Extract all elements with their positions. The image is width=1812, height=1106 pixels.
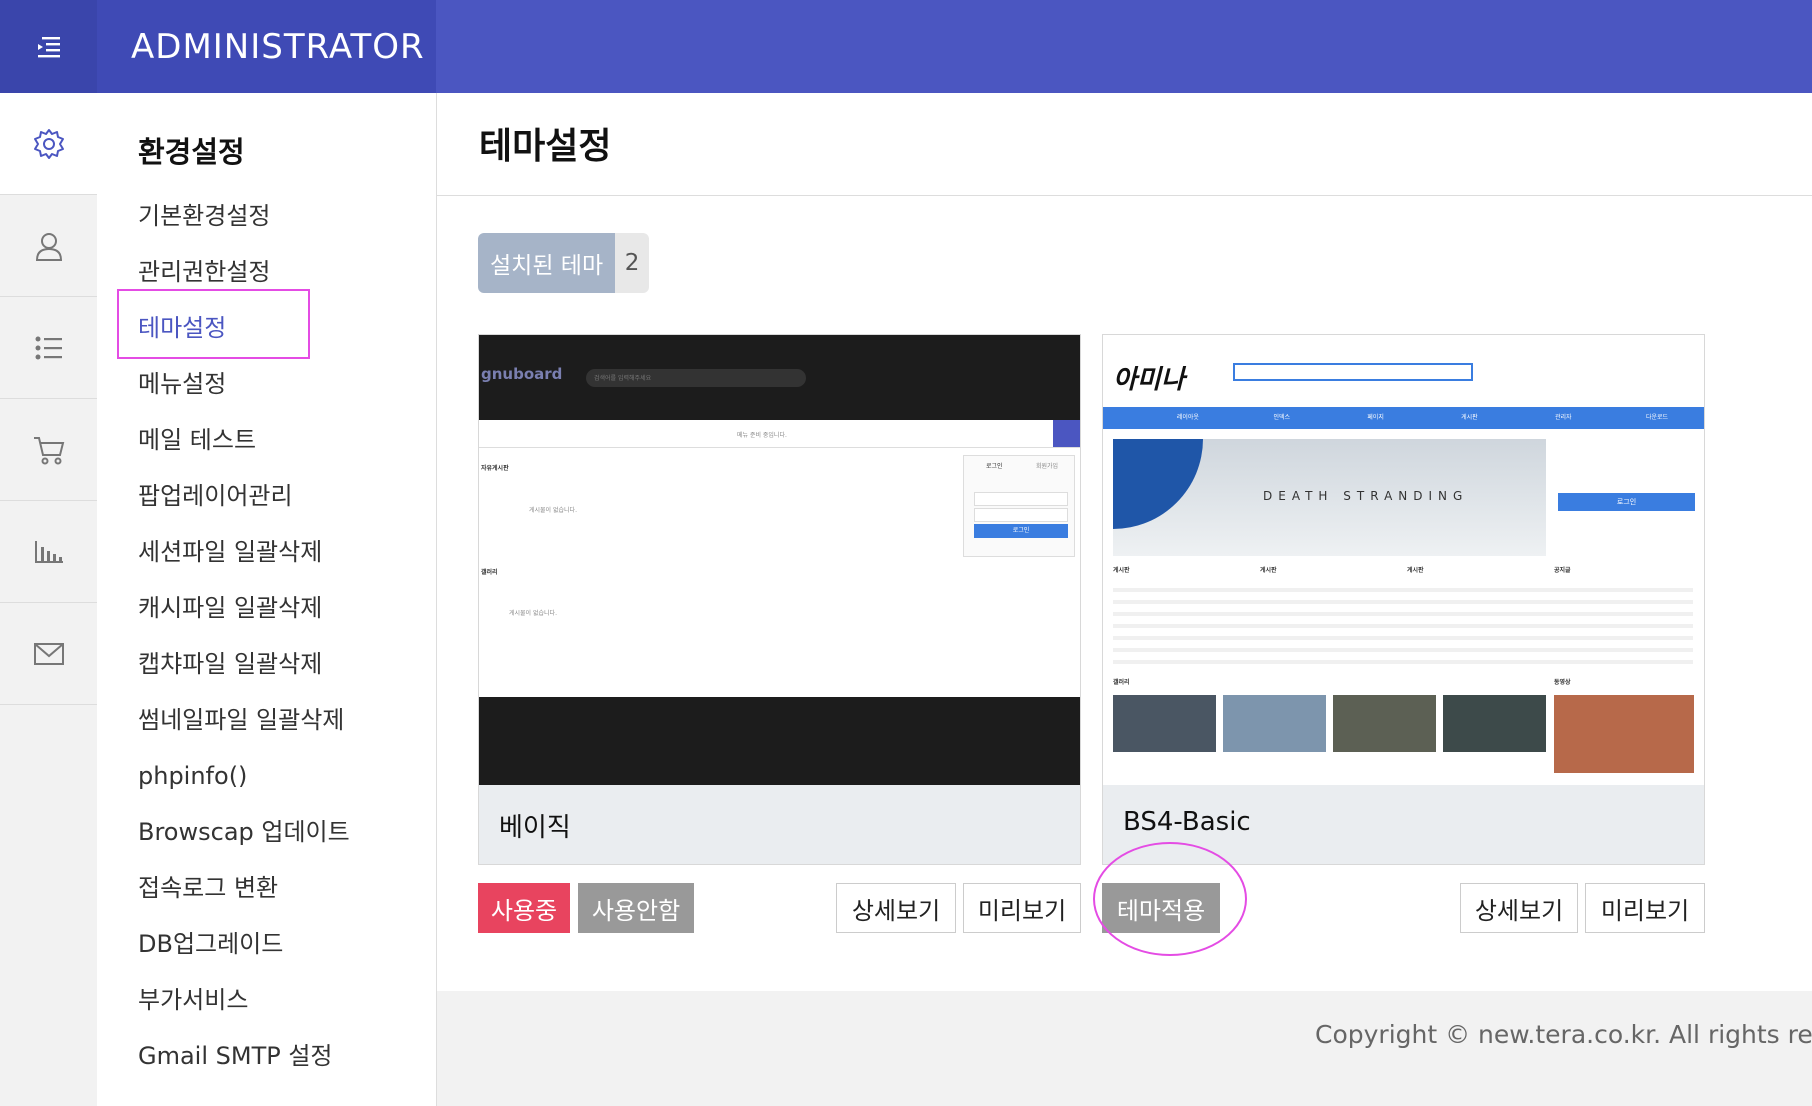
submenu-item-popup[interactable]: 팝업레이어관리 xyxy=(138,468,350,524)
installed-count: 2 xyxy=(615,233,650,293)
preview-pw-field xyxy=(974,508,1068,522)
submenu-item-mail-test[interactable]: 메일 테스트 xyxy=(138,412,350,468)
preview-gallery-thumb xyxy=(1443,695,1546,752)
preview-empty1: 게시물이 없습니다. xyxy=(529,507,577,514)
preview-header: gnuboard 검색어를 입력해주세요 xyxy=(479,335,1080,420)
unuse-button[interactable]: 사용안함 xyxy=(578,883,694,933)
page-title: 테마설정 xyxy=(479,126,612,167)
icon-sidebar xyxy=(0,93,98,1106)
submenu-item-cache-delete[interactable]: 캐시파일 일괄삭제 xyxy=(138,580,350,636)
preview-login-button: 로그인 xyxy=(974,524,1068,538)
submenu-item-access-log[interactable]: 접속로그 변환 xyxy=(138,860,350,916)
preview-banner: DEATH STRANDING xyxy=(1113,439,1546,556)
preview-logo: gnuboard xyxy=(481,365,563,383)
settings-submenu: 환경설정 기본환경설정 관리권한설정 테마설정 메뉴설정 메일 테스트 팝업레이… xyxy=(97,93,437,1106)
submenu-item-thumbnail-delete[interactable]: 썸네일파일 일괄삭제 xyxy=(138,692,350,748)
main-content: 테마설정 설치된 테마 2 gnuboard 검색어를 입력해주세요 메뉴 준비… xyxy=(437,93,1812,1106)
theme-preview-bs4[interactable]: 아미나 레이아웃 인덱스 페이지 게시판 관리자 다운로드 DEATH STRA… xyxy=(1103,335,1704,785)
submenu-item-menu[interactable]: 메뉴설정 xyxy=(138,356,350,412)
nav-members[interactable] xyxy=(0,195,97,297)
highlight-annotation-circle xyxy=(1093,842,1247,956)
brand-title[interactable]: ADMINISTRATOR xyxy=(97,0,436,93)
preview-nav-item: 게시판 xyxy=(1461,414,1478,421)
gear-icon xyxy=(33,128,64,159)
preview-section: 공지글 xyxy=(1554,567,1571,574)
preview-banner-title: DEATH STRANDING xyxy=(1263,489,1469,503)
highlight-annotation-box xyxy=(117,289,310,359)
preview-notice: 메뉴 준비 중입니다. xyxy=(737,432,787,439)
installed-label: 설치된 테마 xyxy=(478,233,616,293)
theme-card-basic: gnuboard 검색어를 입력해주세요 메뉴 준비 중입니다. 자유게시판 게… xyxy=(478,334,1081,865)
theme-name-basic: 베이직 xyxy=(499,813,571,843)
cart-icon xyxy=(33,436,64,464)
preview-id-field xyxy=(974,492,1068,506)
preview-video-title: 동영상 xyxy=(1554,679,1571,686)
list-icon xyxy=(35,336,62,359)
mail-icon xyxy=(33,642,64,665)
preview-video-thumb xyxy=(1554,695,1694,773)
preview-section: 게시판 xyxy=(1407,567,1424,574)
nav-mail[interactable] xyxy=(0,603,97,705)
preview-login-box: 로그인 회원가입 로그인 xyxy=(963,455,1075,557)
footer: Copyright © new.tera.co.kr. All rights r… xyxy=(437,992,1812,1106)
user-icon xyxy=(35,232,62,261)
preview-post-lists xyxy=(1113,580,1693,665)
preview-section: 게시판 xyxy=(1260,567,1277,574)
preview-nav-item: 인덱스 xyxy=(1273,414,1291,421)
preview-menu-button xyxy=(1053,420,1080,447)
preview-search: 검색어를 입력해주세요 xyxy=(586,369,806,387)
submenu-item-gmail-smtp[interactable]: Gmail SMTP 설정 xyxy=(138,1028,350,1084)
preview-nav-item: 레이아웃 xyxy=(1176,414,1199,421)
copyright-text: Copyright © new.tera.co.kr. All rights r… xyxy=(1315,1020,1812,1049)
preview-gallery-thumb xyxy=(1223,695,1326,752)
submenu-item-db-upgrade[interactable]: DB업그레이드 xyxy=(138,916,350,972)
preview-logo-amina: 아미나 xyxy=(1113,365,1185,395)
theme-preview-basic[interactable]: gnuboard 검색어를 입력해주세요 메뉴 준비 중입니다. 자유게시판 게… xyxy=(479,335,1080,785)
nav-board[interactable] xyxy=(0,297,97,399)
submenu-item-addons[interactable]: 부가서비스 xyxy=(138,972,350,1028)
preview-nav: 메뉴 준비 중입니다. xyxy=(479,420,1080,448)
preview-nav-bar: 레이아웃 인덱스 페이지 게시판 관리자 다운로드 xyxy=(1103,407,1704,429)
submenu-item-basic-config[interactable]: 기본환경설정 xyxy=(138,188,350,244)
preview-join-tab: 회원가입 xyxy=(1036,463,1059,470)
submenu-item-captcha-delete[interactable]: 캡챠파일 일괄삭제 xyxy=(138,636,350,692)
preview-gallery-thumb xyxy=(1333,695,1436,752)
installed-theme-badge: 설치된 테마 2 xyxy=(478,233,650,293)
preview-nav-item: 페이지 xyxy=(1367,414,1384,421)
submenu-item-phpinfo[interactable]: phpinfo() xyxy=(138,748,350,804)
page-header: 테마설정 xyxy=(437,93,1812,196)
preview-board1: 자유게시판 xyxy=(481,465,509,472)
preview-board2: 갤러리 xyxy=(481,569,498,576)
preview-empty2: 게시물이 없습니다. xyxy=(509,610,557,617)
preview-search-bar xyxy=(1233,363,1473,381)
preview-nav-item: 다운로드 xyxy=(1646,414,1669,421)
preview-banner-logo xyxy=(1113,439,1203,529)
submenu-title: 환경설정 xyxy=(138,135,245,169)
preview-footer xyxy=(479,697,1080,785)
theme-card-bs4: 아미나 레이아웃 인덱스 페이지 게시판 관리자 다운로드 DEATH STRA… xyxy=(1102,334,1705,865)
preview-search-placeholder: 검색어를 입력해주세요 xyxy=(594,375,652,382)
preview-nav-item: 관리자 xyxy=(1554,414,1572,421)
in-use-button[interactable]: 사용중 xyxy=(478,883,570,933)
nav-shop[interactable] xyxy=(0,399,97,501)
preview-gallery-thumb xyxy=(1113,695,1216,752)
preview-button-basic[interactable]: 미리보기 xyxy=(963,883,1081,933)
nav-settings[interactable] xyxy=(0,93,97,195)
theme-name-bs4: BS4-Basic xyxy=(1123,807,1251,837)
detail-button-bs4[interactable]: 상세보기 xyxy=(1460,883,1578,933)
preview-gallery-title: 갤러리 xyxy=(1113,679,1130,686)
submenu-item-session-delete[interactable]: 세션파일 일괄삭제 xyxy=(138,524,350,580)
preview-login-button: 로그인 xyxy=(1558,493,1695,511)
nav-stats[interactable] xyxy=(0,501,97,603)
bar-chart-icon xyxy=(34,540,63,563)
preview-login-tab: 로그인 xyxy=(986,463,1003,470)
preview-button-bs4[interactable]: 미리보기 xyxy=(1585,883,1705,933)
submenu-item-browscap[interactable]: Browscap 업데이트 xyxy=(138,804,350,860)
top-bar: ADMINISTRATOR xyxy=(0,0,1812,93)
menu-toggle-button[interactable] xyxy=(0,0,97,93)
menu-collapse-icon xyxy=(37,36,60,57)
detail-button-basic[interactable]: 상세보기 xyxy=(836,883,956,933)
preview-section: 게시판 xyxy=(1113,567,1130,574)
